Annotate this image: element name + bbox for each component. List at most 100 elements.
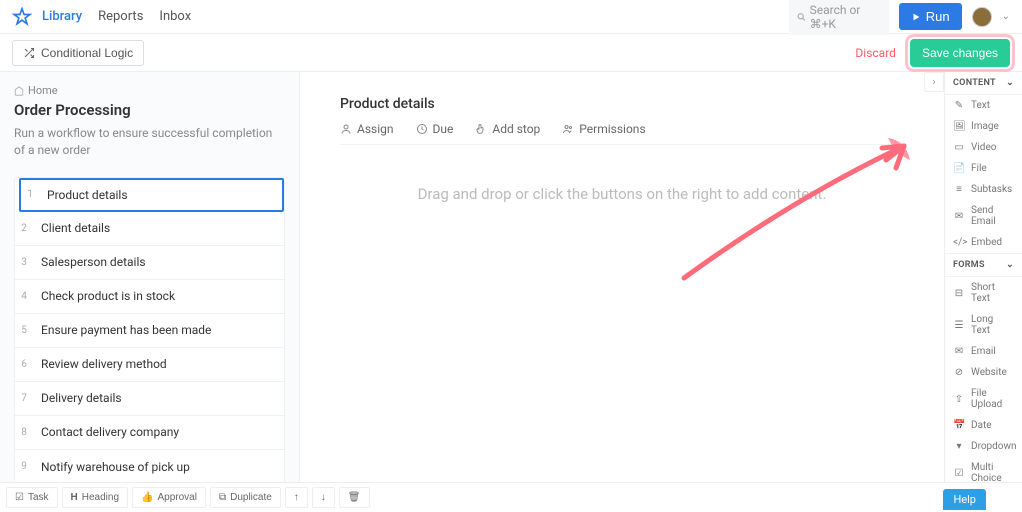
task-number: 3	[15, 257, 33, 268]
sidebar-item-short[interactable]: ⊟Short Text	[945, 277, 1022, 309]
task-number: 6	[15, 359, 33, 370]
arrow-up-icon: ↑	[294, 492, 299, 503]
sidebar-item-long[interactable]: ☰Long Text	[945, 309, 1022, 341]
sidebar-item-label: Website	[971, 367, 1007, 378]
left-panel: Home Order Processing Run a workflow to …	[0, 72, 300, 482]
sidebar-item-upload[interactable]: ⇧File Upload	[945, 383, 1022, 415]
chevron-down-icon: ⌄	[1006, 78, 1014, 88]
shuffle-icon	[23, 47, 35, 59]
sidebar-item-text[interactable]: ✎Text	[945, 95, 1022, 116]
task-row[interactable]: 3Salesperson details	[15, 246, 284, 280]
sidebar-item-label: File	[971, 163, 987, 174]
add-task-button[interactable]: ☑Task	[6, 487, 58, 508]
clock-icon	[416, 123, 428, 135]
task-title: Review delivery method	[33, 357, 284, 371]
discard-button[interactable]: Discard	[855, 46, 896, 60]
task-number: 4	[15, 291, 33, 302]
task-row[interactable]: 7Delivery details	[15, 382, 284, 416]
logo-icon	[12, 7, 32, 27]
chevron-down-icon[interactable]: ⌄	[1002, 11, 1010, 22]
sidebar-item-date[interactable]: 📅Date	[945, 415, 1022, 436]
sidebar-item-label: Video	[971, 142, 996, 153]
sidebar-item-email[interactable]: ✉Send Email	[945, 200, 1022, 232]
forms-section-header[interactable]: FORMS ⌄	[945, 253, 1022, 277]
multi-icon: ☑	[953, 468, 965, 479]
date-icon: 📅	[953, 420, 965, 431]
arrow-annotation	[674, 128, 934, 288]
addstop-action[interactable]: Add stop	[475, 122, 540, 136]
due-action[interactable]: Due	[416, 122, 454, 136]
move-down-button[interactable]: ↓	[312, 487, 335, 508]
avatar[interactable]	[972, 7, 992, 27]
chevron-down-icon: ⌄	[1006, 260, 1014, 270]
sidebar-item-video[interactable]: ▭Video	[945, 137, 1022, 158]
breadcrumb[interactable]: Home	[14, 84, 285, 97]
sidebar-item-label: Dropdown	[971, 441, 1017, 452]
save-button[interactable]: Save changes	[910, 39, 1010, 67]
task-number: 9	[15, 461, 33, 472]
assign-action[interactable]: Assign	[340, 122, 394, 136]
text-icon: ✎	[953, 100, 965, 111]
bottom-toolbar: ☑Task HHeading 👍Approval ⧉Duplicate ↑ ↓ …	[0, 482, 1022, 512]
sidebar-item-mail[interactable]: ✉Email	[945, 341, 1022, 362]
sidebar-item-website[interactable]: ⊘ Website	[945, 362, 1022, 383]
task-title: Client details	[33, 221, 284, 235]
search-placeholder: Search or ⌘+K	[810, 3, 881, 31]
task-title: Product details	[39, 188, 282, 202]
sidebar-item-subtasks[interactable]: ≡Subtasks	[945, 179, 1022, 200]
sidebar-item-label: Long Text	[971, 314, 1014, 336]
file-icon: 📄	[953, 163, 965, 174]
task-row[interactable]: 1Product details	[19, 178, 284, 212]
add-approval-button[interactable]: 👍Approval	[132, 487, 206, 508]
upload-icon: ⇧	[953, 394, 965, 405]
detail-title: Product details	[340, 96, 904, 112]
embed-icon: </>	[953, 237, 965, 248]
task-number: 7	[15, 393, 33, 404]
trash-icon: 🗑	[348, 492, 361, 503]
person-icon	[340, 123, 352, 135]
task-title: Salesperson details	[33, 255, 284, 269]
help-button[interactable]: Help	[943, 489, 986, 510]
sidebar-item-label: Subtasks	[971, 184, 1012, 195]
run-button[interactable]: Run	[899, 3, 962, 30]
task-row[interactable]: 5Ensure payment has been made	[15, 314, 284, 348]
page-title: Order Processing	[14, 101, 285, 119]
sidebar-item-image[interactable]: 🖼 Image	[945, 116, 1022, 137]
nav-reports[interactable]: Reports	[98, 9, 143, 24]
task-row[interactable]: 6Review delivery method	[15, 348, 284, 382]
task-row[interactable]: 8Contact delivery company	[15, 416, 284, 450]
task-row[interactable]: 4Check product is in stock	[15, 280, 284, 314]
sidebar-item-embed[interactable]: </>Embed	[945, 232, 1022, 253]
image-icon: 🖼	[953, 121, 965, 132]
sidebar-item-label: Image	[971, 121, 999, 132]
website-icon: ⊘	[953, 367, 965, 378]
page-description: Run a workflow to ensure successful comp…	[14, 125, 285, 159]
delete-button[interactable]: 🗑	[339, 487, 370, 508]
search-icon	[797, 12, 806, 22]
right-panel: CONTENT ⌄ ✎Text 🖼 Image ▭Video 📄 File ≡Subtask…	[944, 72, 1022, 482]
dropdown-icon: ▾	[953, 441, 965, 452]
task-title: Notify warehouse of pick up	[33, 460, 284, 474]
mail-icon: ✉	[953, 346, 965, 357]
task-row[interactable]: 2Client details	[15, 212, 284, 246]
permissions-action[interactable]: Permissions	[562, 122, 645, 136]
sidebar-item-label: Send Email	[971, 205, 1014, 227]
top-nav: Library Reports Inbox	[42, 9, 191, 24]
move-up-button[interactable]: ↑	[285, 487, 308, 508]
sidebar-item-multi[interactable]: ☑Multi Choice	[945, 457, 1022, 482]
search-input[interactable]: Search or ⌘+K	[789, 0, 889, 35]
duplicate-button[interactable]: ⧉Duplicate	[210, 487, 281, 508]
sidebar-item-dropdown[interactable]: ▾ Dropdown	[945, 436, 1022, 457]
heading-icon: H	[71, 492, 78, 503]
collapse-sidebar-button[interactable]: ›	[924, 72, 944, 92]
nav-inbox[interactable]: Inbox	[159, 9, 191, 24]
center-panel: Product details Assign Due Add stop Perm…	[300, 72, 944, 482]
add-heading-button[interactable]: HHeading	[62, 487, 129, 508]
task-number: 2	[15, 223, 33, 234]
content-section-header[interactable]: CONTENT ⌄	[945, 72, 1022, 95]
sidebar-item-file[interactable]: 📄 File	[945, 158, 1022, 179]
task-title: Delivery details	[33, 391, 284, 405]
conditional-logic-button[interactable]: Conditional Logic	[12, 40, 144, 66]
task-row[interactable]: 9Notify warehouse of pick up	[15, 450, 284, 482]
nav-library[interactable]: Library	[42, 9, 82, 24]
